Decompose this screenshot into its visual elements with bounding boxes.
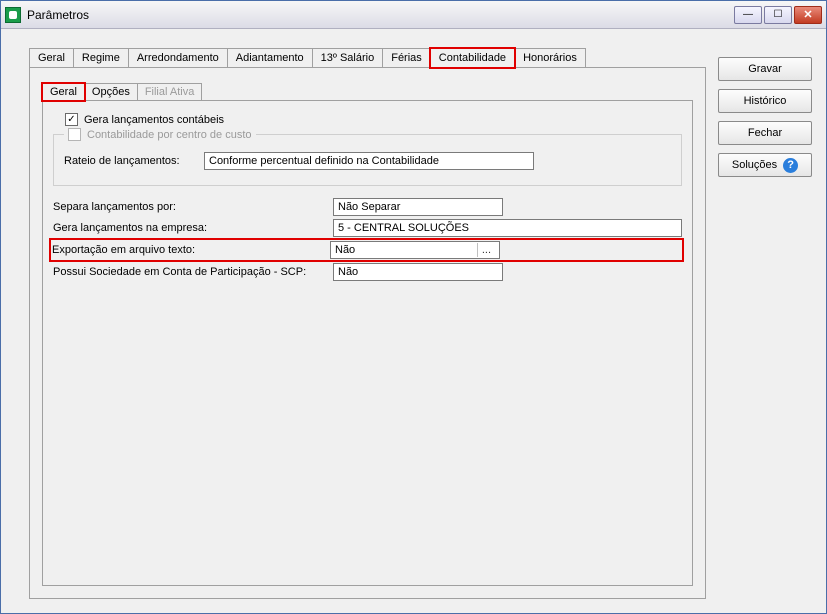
gera-lancamentos-checkbox[interactable]: [65, 113, 78, 126]
gravar-button[interactable]: Gravar: [718, 57, 812, 81]
tab-ferias[interactable]: Férias: [382, 48, 431, 67]
rateio-field[interactable]: Conforme percentual definido na Contabil…: [204, 152, 534, 170]
window-title: Parâmetros: [27, 8, 734, 22]
historico-button[interactable]: Histórico: [718, 89, 812, 113]
tab-adiantamento[interactable]: Adiantamento: [227, 48, 313, 67]
separa-row: Separa lançamentos por: Não Separar: [53, 198, 682, 216]
centro-custo-label: Contabilidade por centro de custo: [87, 129, 252, 141]
fechar-button[interactable]: Fechar: [718, 121, 812, 145]
app-icon: [5, 7, 21, 23]
centro-custo-frame: Contabilidade por centro de custo Rateio…: [53, 134, 682, 186]
tab-contabilidade[interactable]: Contabilidade: [430, 48, 515, 68]
window-frame: Parâmetros — ☐ ✕ Geral Regime Arredondam…: [0, 0, 827, 614]
scp-row: Possui Sociedade em Conta de Participaçã…: [53, 263, 682, 281]
gera-lancamentos-row: Gera lançamentos contábeis: [65, 113, 682, 126]
minimize-button[interactable]: —: [734, 6, 762, 24]
centro-custo-checkbox: [68, 128, 81, 141]
tab-geral[interactable]: Geral: [29, 48, 74, 67]
tab-arredondamento[interactable]: Arredondamento: [128, 48, 228, 67]
maximize-icon: ☐: [774, 9, 783, 20]
export-value: Não: [335, 244, 355, 256]
scp-field[interactable]: Não: [333, 263, 503, 281]
inner-tabstrip: Geral Opções Filial Ativa: [42, 82, 693, 100]
window-control-buttons: — ☐ ✕: [734, 6, 822, 24]
historico-label: Histórico: [744, 95, 787, 107]
inner-tab-opcoes[interactable]: Opções: [84, 83, 138, 100]
separa-field[interactable]: Não Separar: [333, 198, 503, 216]
gravar-label: Gravar: [748, 63, 782, 75]
centro-custo-legend: Contabilidade por centro de custo: [64, 128, 256, 141]
tab-regime[interactable]: Regime: [73, 48, 129, 67]
maximize-button[interactable]: ☐: [764, 6, 792, 24]
separa-label: Separa lançamentos por:: [53, 201, 323, 213]
outer-tab-body: Geral Opções Filial Ativa Gera lançament…: [29, 67, 706, 599]
scp-value: Não: [338, 266, 358, 278]
side-button-panel: Gravar Histórico Fechar Soluções ?: [718, 47, 812, 599]
titlebar: Parâmetros — ☐ ✕: [1, 1, 826, 29]
gera-empresa-value: 5 - CENTRAL SOLUÇÕES: [338, 222, 469, 234]
gera-empresa-label: Gera lançamentos na empresa:: [53, 222, 323, 234]
tab-honorarios[interactable]: Honorários: [514, 48, 586, 67]
close-icon: ✕: [803, 8, 812, 21]
gera-empresa-field[interactable]: 5 - CENTRAL SOLUÇÕES: [333, 219, 682, 237]
close-button[interactable]: ✕: [794, 6, 822, 24]
gera-empresa-row: Gera lançamentos na empresa: 5 - CENTRAL…: [53, 219, 682, 237]
main-panel: Geral Regime Arredondamento Adiantamento…: [29, 47, 706, 599]
inner-tab-filial-ativa: Filial Ativa: [137, 83, 203, 100]
separa-value: Não Separar: [338, 201, 400, 213]
help-icon: ?: [783, 158, 798, 173]
tab-13-salario[interactable]: 13º Salário: [312, 48, 384, 67]
gera-lancamentos-label: Gera lançamentos contábeis: [84, 114, 224, 126]
scp-label: Possui Sociedade em Conta de Participaçã…: [53, 266, 323, 278]
rateio-label: Rateio de lançamentos:: [64, 155, 194, 167]
export-row: Exportação em arquivo texto: Não ...: [51, 240, 682, 260]
client-area: Geral Regime Arredondamento Adiantamento…: [1, 29, 826, 613]
minimize-icon: —: [743, 9, 753, 20]
fechar-label: Fechar: [748, 127, 782, 139]
outer-tabstrip: Geral Regime Arredondamento Adiantamento…: [29, 47, 706, 67]
inner-tab-body: Gera lançamentos contábeis Contabilidade…: [42, 100, 693, 586]
export-field[interactable]: Não ...: [330, 241, 500, 259]
export-label: Exportação em arquivo texto:: [52, 244, 320, 256]
solucoes-button[interactable]: Soluções ?: [718, 153, 812, 177]
rateio-value: Conforme percentual definido na Contabil…: [209, 155, 439, 167]
inner-tab-geral[interactable]: Geral: [42, 83, 85, 101]
solucoes-label: Soluções: [732, 159, 777, 171]
export-browse-button[interactable]: ...: [477, 243, 495, 257]
centro-custo-group: Contabilidade por centro de custo Rateio…: [53, 134, 682, 186]
rateio-row: Rateio de lançamentos: Conforme percentu…: [64, 152, 671, 170]
